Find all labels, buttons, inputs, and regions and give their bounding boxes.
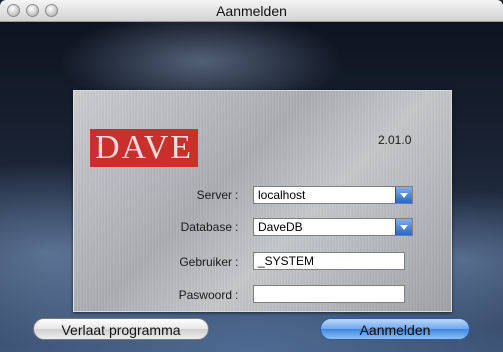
title-bar: Aanmelden: [0, 0, 503, 22]
database-value: DaveDB: [258, 220, 303, 234]
server-select[interactable]: localhost: [253, 186, 413, 204]
password-input[interactable]: [253, 285, 405, 303]
dave-logo: DAVE: [90, 129, 198, 167]
user-label: Gebruiker: [179, 255, 232, 269]
colon: :: [235, 288, 239, 302]
database-select[interactable]: DaveDB: [253, 218, 413, 236]
login-button[interactable]: Aanmelden: [320, 318, 470, 340]
logo-text: DAVE: [94, 129, 194, 166]
chevron-down-icon[interactable]: [395, 219, 412, 235]
colon: :: [235, 255, 239, 269]
login-panel: DAVE 2.01.0 Server : localhost Database …: [73, 90, 452, 312]
chevron-down-icon[interactable]: [395, 187, 412, 203]
colon: :: [235, 188, 239, 202]
password-label: Paswoord: [178, 288, 232, 302]
background-image: DAVE 2.01.0 Server : localhost Database …: [0, 22, 503, 352]
window-title: Aanmelden: [216, 3, 287, 19]
login-window: Aanmelden DAVE 2.01.0 Server : localhost…: [0, 0, 503, 352]
quit-button[interactable]: Verlaat programma: [33, 318, 209, 340]
server-value: localhost: [258, 188, 306, 202]
version-label: 2.01.0: [378, 133, 412, 147]
user-input[interactable]: _SYSTEM: [253, 252, 405, 270]
colon: :: [235, 220, 239, 234]
database-label: Database: [180, 220, 232, 234]
server-label: Server: [196, 188, 232, 202]
